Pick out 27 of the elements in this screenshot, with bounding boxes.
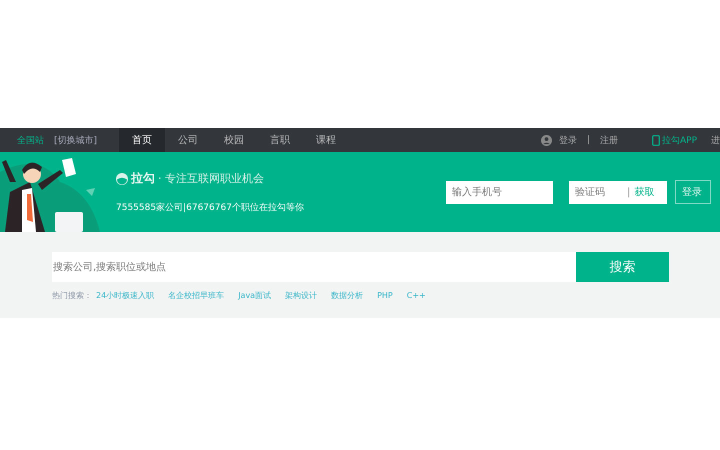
hot-search-label: 热门搜索： [52, 290, 92, 301]
nav-tab[interactable]: 课程 [303, 128, 350, 152]
separator: | [627, 186, 630, 198]
nav-tab[interactable]: 首页 [119, 128, 166, 152]
code-field[interactable]: 验证码 | 获取 [569, 180, 667, 204]
login-link[interactable]: 登录 [558, 134, 577, 146]
hot-search-link[interactable]: 名企校招早班车 [168, 290, 224, 301]
phone-field[interactable]: 输入手机号 [446, 180, 553, 204]
tagline: · 专注互联网职业机会 [158, 171, 264, 186]
nav-tab[interactable]: 公司 [165, 128, 212, 152]
logo-text: 拉勾 [131, 170, 155, 187]
site-link[interactable]: 全国站 [17, 134, 44, 146]
switch-city-link[interactable]: [切换城市] [54, 134, 98, 146]
login-button[interactable]: 登录 [675, 180, 711, 204]
register-link[interactable]: 注册 [600, 134, 618, 146]
search-field[interactable]: 搜索公司,搜索职位或地点 [52, 252, 576, 282]
logo-icon [116, 172, 128, 184]
nav-tab[interactable]: 校园 [211, 128, 258, 152]
stats-text: 7555585家公司|67676767个职位在拉勾等你 [116, 202, 305, 214]
user-icon [540, 134, 552, 146]
separator: | [586, 135, 590, 145]
phone-icon [652, 134, 660, 146]
nav-link[interactable]: 进 [711, 134, 720, 146]
nav-tab[interactable]: 言职 [257, 128, 304, 152]
get-code-link[interactable]: 获取 [634, 185, 654, 199]
app-link[interactable]: 拉勾APP [662, 134, 697, 146]
search-button[interactable]: 搜索 [576, 252, 669, 282]
